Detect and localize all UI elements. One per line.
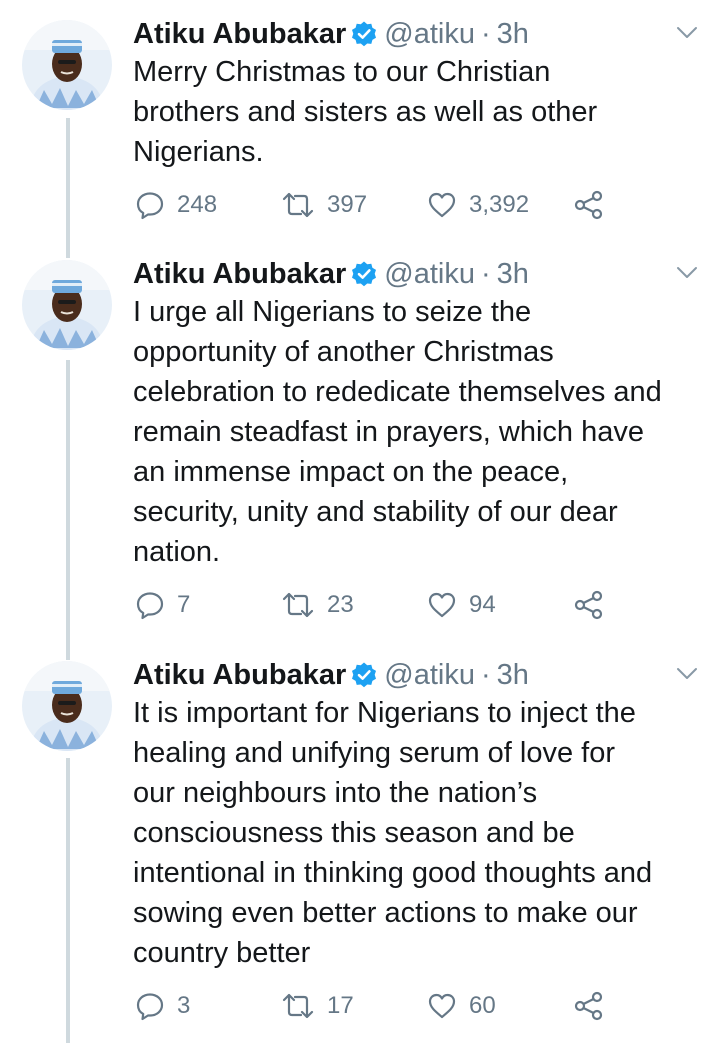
tweet-header: Atiku Abubakar @atiku · 3h: [133, 14, 529, 54]
like-count: 60: [469, 992, 496, 1019]
author-name[interactable]: Atiku Abubakar: [133, 18, 346, 51]
tweet-actions: 3 17 60: [133, 989, 613, 1023]
tweet-text-line: remain steadfast in prayers, which have: [133, 416, 644, 448]
reply-icon: [136, 592, 164, 620]
share-icon: [574, 590, 603, 620]
retweet-count: 23: [327, 591, 354, 618]
heart-icon: [428, 993, 456, 1019]
tweet-text: Merry Christmas to our Christian brother…: [133, 52, 708, 172]
chevron-down-icon[interactable]: [676, 26, 698, 40]
tweet-text-line: Nigerians.: [133, 136, 264, 168]
reply-icon: [136, 192, 164, 220]
tweet-text-line: I urge all Nigerians to seize the: [133, 296, 532, 328]
tweet-text-line: It is important for Nigerians to inject …: [133, 697, 636, 729]
reply-icon: [136, 993, 164, 1021]
like-button[interactable]: 94: [427, 588, 496, 622]
like-count: 94: [469, 591, 496, 618]
reply-button[interactable]: 248: [135, 188, 217, 222]
reply-count: 3: [177, 992, 191, 1019]
tweet-text-line: nation.: [133, 536, 221, 568]
avatar-image: [22, 260, 112, 350]
tweet-text-line: brothers and sisters as well as other: [133, 96, 598, 128]
tweet-text: I urge all Nigerians to seize the opport…: [133, 292, 708, 572]
author-handle[interactable]: @atiku: [384, 258, 475, 291]
avatar[interactable]: [22, 20, 112, 110]
separator: ·: [480, 257, 491, 290]
tweet-header: Atiku Abubakar @atiku · 3h: [133, 655, 529, 695]
heart-icon: [428, 192, 456, 218]
like-button[interactable]: 3,392: [427, 188, 529, 222]
separator: ·: [480, 17, 491, 50]
share-icon: [574, 190, 603, 220]
tweet[interactable]: Atiku Abubakar @atiku · 3h It is importa…: [0, 655, 720, 1040]
tweet-text-line: our neighbours into the nation’s: [133, 777, 538, 809]
tweet-text-line: intentional in thinking good thoughts an…: [133, 857, 653, 889]
tweet[interactable]: Atiku Abubakar @atiku · 3h I urge all Ni…: [0, 254, 720, 634]
author-handle[interactable]: @atiku: [384, 659, 475, 692]
reply-button[interactable]: 7: [135, 588, 190, 622]
like-button[interactable]: 60: [427, 989, 496, 1023]
tweet[interactable]: Atiku Abubakar @atiku · 3h Merry Christm…: [0, 14, 720, 244]
timestamp[interactable]: 3h: [497, 258, 529, 291]
timestamp[interactable]: 3h: [497, 18, 529, 51]
tweet-header: Atiku Abubakar @atiku · 3h: [133, 254, 529, 294]
retweet-count: 397: [327, 191, 368, 218]
author-name[interactable]: Atiku Abubakar: [133, 258, 346, 291]
retweet-button[interactable]: 23: [281, 588, 354, 622]
avatar-image: [22, 20, 112, 110]
tweet-actions: 248 397 3,392: [133, 188, 613, 222]
retweet-icon: [282, 192, 314, 218]
retweet-icon: [282, 993, 314, 1019]
author-handle[interactable]: @atiku: [384, 18, 475, 51]
timestamp[interactable]: 3h: [497, 659, 529, 692]
tweet-text-line: consciousness this season and be: [133, 817, 575, 849]
share-icon: [574, 991, 603, 1021]
retweet-count: 17: [327, 992, 354, 1019]
avatar-image: [22, 661, 112, 751]
tweet-text-line: security, unity and stability of our dea…: [133, 496, 618, 528]
tweet-text-line: celebration to rededicate themselves and: [133, 376, 662, 408]
tweet-text-line: sowing even better actions to make our: [133, 897, 638, 929]
share-button[interactable]: [573, 588, 605, 622]
retweet-button[interactable]: 397: [281, 188, 367, 222]
chevron-down-icon[interactable]: [676, 266, 698, 280]
tweet-text-line: Merry Christmas to our Christian: [133, 56, 551, 88]
avatar[interactable]: [22, 661, 112, 751]
verified-badge-icon: [350, 661, 378, 689]
tweet-text: It is important for Nigerians to inject …: [133, 693, 708, 973]
author-name[interactable]: Atiku Abubakar: [133, 659, 346, 692]
reply-count: 7: [177, 591, 191, 618]
chevron-down-icon[interactable]: [676, 667, 698, 681]
heart-icon: [428, 592, 456, 618]
reply-count: 248: [177, 191, 218, 218]
retweet-icon: [282, 592, 314, 618]
avatar[interactable]: [22, 260, 112, 350]
tweet-text-line: country better: [133, 937, 311, 969]
tweet-text-line: opportunity of another Christmas: [133, 336, 554, 368]
share-button[interactable]: [573, 188, 605, 222]
like-count: 3,392: [469, 191, 530, 218]
tweet-actions: 7 23 94: [133, 588, 613, 622]
verified-badge-icon: [350, 260, 378, 288]
tweet-text-line: an immense impact on the peace,: [133, 456, 569, 488]
reply-button[interactable]: 3: [135, 989, 190, 1023]
retweet-button[interactable]: 17: [281, 989, 354, 1023]
separator: ·: [480, 658, 491, 691]
share-button[interactable]: [573, 989, 605, 1023]
tweet-text-line: healing and unifying serum of love for: [133, 737, 616, 769]
verified-badge-icon: [350, 20, 378, 48]
